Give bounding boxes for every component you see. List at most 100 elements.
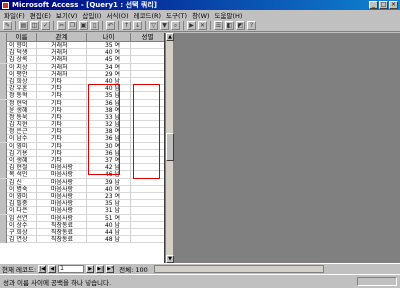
column-header-name[interactable]: 이름 [7, 33, 37, 42]
cell-age-gender[interactable]: 44 남 [87, 228, 131, 236]
cell-relation[interactable]: 직장동료 [37, 221, 87, 229]
cell-relation[interactable]: 기타 [37, 77, 87, 85]
apply-filter-icon[interactable]: ▼ [160, 21, 169, 30]
table-row[interactable]: 이 지상 거래처 34 여 [0, 63, 164, 71]
delete-record-icon[interactable]: ✕ [198, 21, 207, 30]
row-selector[interactable] [0, 178, 7, 186]
minimize-button[interactable]: _ [369, 1, 378, 9]
cell-name[interactable]: 이 상수 [7, 221, 37, 229]
cell-name[interactable]: 이 영미 [7, 142, 37, 150]
menu-insert[interactable]: 삽입(I) [82, 10, 101, 20]
cell-age-gender[interactable]: 40 여 [87, 185, 131, 193]
cell-extra[interactable] [131, 200, 164, 207]
menu-records[interactable]: 레코드(R) [134, 10, 162, 20]
undo-icon[interactable]: ↶ [106, 21, 115, 30]
cell-relation[interactable]: 마음사랑 [37, 164, 87, 172]
sort-asc-icon[interactable]: ↑ [122, 21, 131, 30]
cell-name[interactable]: 김 현철 [7, 164, 37, 172]
properties-icon[interactable]: ☰ [214, 21, 223, 30]
find-icon[interactable]: ⌕ [171, 21, 180, 30]
cell-name[interactable]: 정 동혁 [7, 92, 37, 100]
row-selector[interactable] [0, 99, 7, 107]
cell-name[interactable]: 김 덕생 [7, 49, 37, 57]
cell-age-gender[interactable]: 45 여 [87, 56, 131, 64]
new-record-nav-icon[interactable]: ▶* [106, 264, 115, 273]
new-record-icon[interactable]: ▶ [187, 21, 196, 30]
cell-name[interactable]: 김 희상 [7, 77, 37, 85]
row-selector[interactable] [0, 77, 7, 85]
row-selector[interactable] [0, 106, 7, 114]
menu-tools[interactable]: 도구(T) [166, 10, 187, 20]
row-selector[interactable] [0, 228, 7, 236]
row-selector[interactable] [0, 128, 7, 136]
cell-name[interactable]: 이 평안 [7, 70, 37, 78]
row-selector[interactable] [0, 157, 7, 164]
cell-relation[interactable]: 기타 [37, 85, 87, 93]
row-selector[interactable] [0, 207, 7, 215]
cell-name[interactable]: 정 은근 [7, 128, 37, 136]
cell-name[interactable]: 이 다은 [7, 207, 37, 215]
table-row[interactable]: 김 필중 마음사랑 35 남 [0, 200, 164, 208]
cell-name[interactable]: 구 희상 [7, 228, 37, 236]
table-row[interactable]: 임 선연 마음사랑 51 여 [0, 214, 164, 222]
cell-name[interactable]: 김 치현 [7, 121, 37, 129]
select-all-cell[interactable] [0, 33, 7, 42]
row-selector[interactable] [0, 192, 7, 200]
cell-extra[interactable] [131, 207, 164, 214]
first-record-icon[interactable]: |◀ [38, 264, 47, 273]
row-selector[interactable] [0, 149, 7, 157]
row-selector[interactable] [0, 42, 7, 49]
next-record-icon[interactable]: ▶ [86, 264, 95, 273]
cell-name[interactable]: 이 병숙 [7, 185, 37, 193]
cell-extra[interactable] [131, 179, 164, 186]
table-row[interactable]: 김 덕생 거래처 40 여 [0, 49, 164, 57]
cell-age-gender[interactable]: 23 여 [87, 192, 131, 200]
cell-age-gender[interactable]: 35 여 [87, 42, 131, 49]
copy-icon[interactable]: ❐ [68, 21, 77, 30]
cell-relation[interactable]: 기타 [37, 149, 87, 157]
prev-record-icon[interactable]: ◀ [48, 264, 57, 273]
cell-name[interactable]: 김 신 [7, 178, 37, 186]
cell-relation[interactable]: 기타 [37, 135, 87, 143]
cell-relation[interactable]: 기타 [37, 113, 87, 121]
cell-name[interactable]: 이 영미 [7, 192, 37, 200]
row-selector[interactable] [0, 121, 7, 129]
cell-relation[interactable]: 기타 [37, 99, 87, 107]
format-painter-icon[interactable]: ▯ [90, 21, 99, 30]
cell-name[interactable]: 정 현덕 [7, 99, 37, 107]
row-selector[interactable] [0, 200, 7, 208]
cell-name[interactable]: 김 연상 [7, 236, 37, 244]
row-selector[interactable] [0, 185, 7, 193]
maximize-button[interactable]: □ [379, 1, 388, 9]
table-row[interactable]: 이 병숙 마음사랑 40 여 [0, 185, 164, 193]
scroll-thumb[interactable] [166, 133, 174, 161]
cell-name[interactable]: 이 생혜 [7, 157, 37, 164]
cell-name[interactable]: 김 필중 [7, 200, 37, 208]
menu-help[interactable]: 도움말(H) [215, 10, 243, 20]
menu-format[interactable]: 서식(O) [106, 10, 128, 20]
print-icon[interactable]: ▤ [19, 21, 28, 30]
cell-relation[interactable]: 거래처 [37, 42, 87, 49]
cell-name[interactable]: 윤 생혜 [7, 106, 37, 114]
cell-relation[interactable]: 마음사랑 [37, 185, 87, 193]
cell-relation[interactable]: 직장동료 [37, 228, 87, 236]
cell-relation[interactable]: 마음사랑 [37, 207, 87, 215]
cell-age-gender[interactable]: 40 여 [87, 49, 131, 57]
table-row[interactable]: 김 신 마음사랑 39 남 [0, 178, 164, 186]
row-selector[interactable] [0, 142, 7, 150]
cell-relation[interactable]: 직장동료 [37, 236, 87, 244]
record-number-input[interactable]: 1 [58, 264, 85, 273]
sort-desc-icon[interactable]: ↓ [133, 21, 142, 30]
scroll-up-icon[interactable]: ▲ [166, 33, 174, 41]
row-selector[interactable] [0, 164, 7, 172]
cell-name[interactable]: 김 상록 [7, 56, 37, 64]
cell-extra[interactable] [131, 229, 164, 236]
cell-relation[interactable]: 마음사랑 [37, 214, 87, 222]
menu-file[interactable]: 파일(F) [4, 10, 25, 20]
table-row[interactable]: 이 다은 마음사랑 31 남 [0, 207, 164, 215]
vertical-scrollbar[interactable]: ▲ ▼ [165, 33, 174, 263]
design-view-icon[interactable]: ✎ [3, 21, 12, 30]
cell-name[interactable]: 복 석민 [7, 171, 37, 179]
cell-relation[interactable]: 기타 [37, 106, 87, 114]
new-object-icon[interactable]: ◩ [236, 21, 245, 30]
